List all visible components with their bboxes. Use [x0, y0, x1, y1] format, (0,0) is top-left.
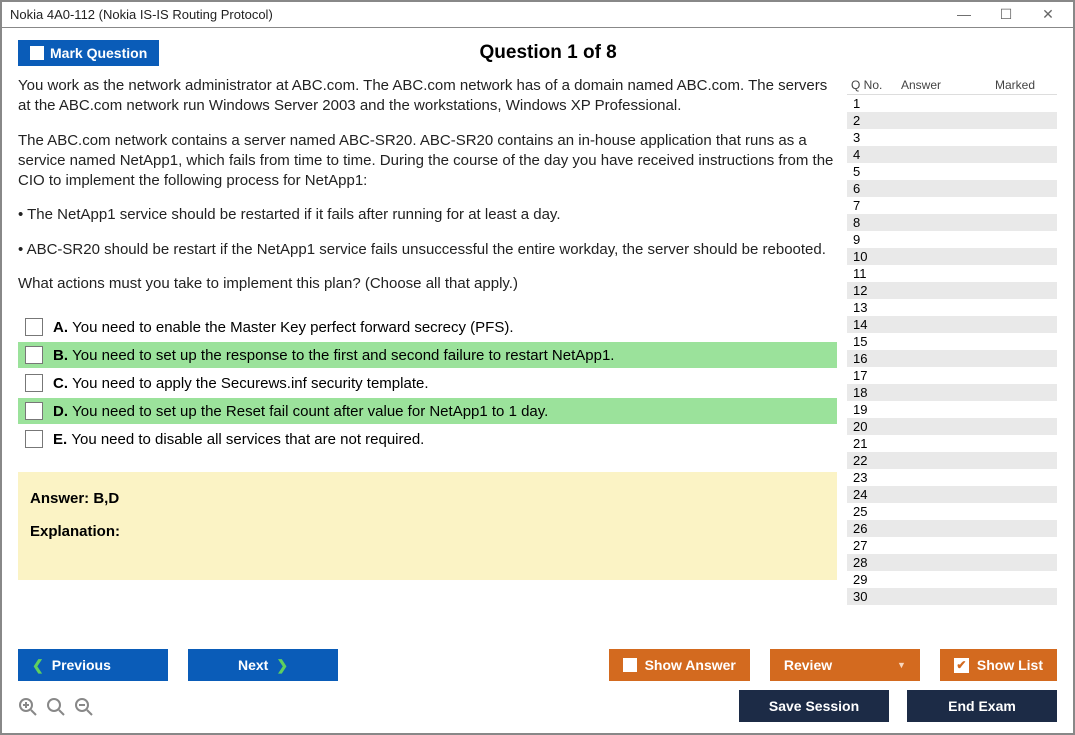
chevron-left-icon: ❮	[32, 657, 44, 674]
show-answer-label: Show Answer	[645, 657, 736, 673]
question-bullet: • ABC-SR20 should be restart if the NetA…	[18, 240, 837, 260]
question-list-row[interactable]: 7	[847, 197, 1057, 214]
app-window: Nokia 4A0-112 (Nokia IS-IS Routing Proto…	[0, 0, 1075, 735]
option-label: B. You need to set up the response to th…	[53, 347, 614, 364]
window-title: Nokia 4A0-112 (Nokia IS-IS Routing Proto…	[10, 7, 955, 22]
question-list-row[interactable]: 17	[847, 367, 1057, 384]
question-list-row[interactable]: 27	[847, 537, 1057, 554]
zoom-controls	[18, 697, 94, 723]
next-label: Next	[238, 657, 268, 673]
question-bullet: • The NetApp1 service should be restarte…	[18, 205, 837, 225]
review-label: Review	[784, 657, 832, 673]
show-list-button[interactable]: ✔ Show List	[940, 649, 1057, 681]
checkbox-checked-icon: ✔	[954, 658, 969, 673]
col-header-marked: Marked	[971, 78, 1053, 92]
option-row[interactable]: E. You need to disable all services that…	[18, 426, 837, 452]
next-button[interactable]: Next ❯	[188, 649, 338, 681]
previous-button[interactable]: ❮ Previous	[18, 649, 168, 681]
end-exam-label: End Exam	[948, 698, 1016, 714]
answer-panel: Answer: B,D Explanation:	[18, 472, 837, 580]
window-controls: — ☐ ✕	[955, 6, 1065, 23]
question-list-row[interactable]: 19	[847, 401, 1057, 418]
question-list-row[interactable]: 5	[847, 163, 1057, 180]
options-list: A. You need to enable the Master Key per…	[18, 314, 837, 454]
question-para: The ABC.com network contains a server na…	[18, 131, 837, 192]
question-list[interactable]: 1234567891011121314151617181920212223242…	[847, 94, 1057, 635]
option-label: E. You need to disable all services that…	[53, 431, 424, 448]
end-exam-button[interactable]: End Exam	[907, 690, 1057, 722]
option-row[interactable]: D. You need to set up the Reset fail cou…	[18, 398, 837, 424]
save-session-button[interactable]: Save Session	[739, 690, 889, 722]
option-label: A. You need to enable the Master Key per…	[53, 319, 514, 336]
checkbox-icon[interactable]	[25, 346, 43, 364]
question-list-row[interactable]: 21	[847, 435, 1057, 452]
checkbox-icon[interactable]	[25, 402, 43, 420]
question-para: You work as the network administrator at…	[18, 76, 837, 117]
question-list-row[interactable]: 6	[847, 180, 1057, 197]
question-list-row[interactable]: 9	[847, 231, 1057, 248]
question-list-row[interactable]: 14	[847, 316, 1057, 333]
question-list-row[interactable]: 2	[847, 112, 1057, 129]
question-list-row[interactable]: 22	[847, 452, 1057, 469]
title-bar: Nokia 4A0-112 (Nokia IS-IS Routing Proto…	[2, 2, 1073, 28]
save-session-label: Save Session	[769, 698, 859, 714]
option-row[interactable]: B. You need to set up the response to th…	[18, 342, 837, 368]
question-list-row[interactable]: 24	[847, 486, 1057, 503]
answer-text: Answer: B,D	[30, 490, 825, 507]
chevron-down-icon: ▼	[897, 660, 906, 670]
maximize-icon[interactable]: ☐	[997, 6, 1015, 23]
explanation-label: Explanation:	[30, 523, 825, 540]
question-list-row[interactable]: 20	[847, 418, 1057, 435]
checkbox-icon[interactable]	[25, 374, 43, 392]
question-list-row[interactable]: 29	[847, 571, 1057, 588]
option-label: D. You need to set up the Reset fail cou…	[53, 403, 548, 420]
close-icon[interactable]: ✕	[1039, 6, 1057, 23]
zoom-in-icon[interactable]	[18, 697, 38, 723]
minimize-icon[interactable]: —	[955, 6, 973, 23]
question-list-row[interactable]: 23	[847, 469, 1057, 486]
option-row[interactable]: C. You need to apply the Securews.inf se…	[18, 370, 837, 396]
checkbox-icon[interactable]	[25, 430, 43, 448]
question-list-row[interactable]: 1	[847, 95, 1057, 112]
question-list-row[interactable]: 18	[847, 384, 1057, 401]
option-label: C. You need to apply the Securews.inf se…	[53, 375, 429, 392]
question-list-row[interactable]: 12	[847, 282, 1057, 299]
question-list-row[interactable]: 15	[847, 333, 1057, 350]
question-column: You work as the network administrator at…	[18, 76, 837, 635]
show-list-label: Show List	[977, 657, 1043, 673]
question-prompt: What actions must you take to implement …	[18, 274, 837, 294]
zoom-out-icon[interactable]	[74, 697, 94, 723]
question-list-panel: Q No. Answer Marked 12345678910111213141…	[847, 76, 1057, 635]
col-header-qno: Q No.	[851, 78, 901, 92]
content-area: Mark Question Question 1 of 8 You work a…	[2, 28, 1073, 733]
question-list-row[interactable]: 10	[847, 248, 1057, 265]
question-list-row[interactable]: 3	[847, 129, 1057, 146]
question-list-row[interactable]: 13	[847, 299, 1057, 316]
question-list-row[interactable]: 30	[847, 588, 1057, 605]
bottom-toolbar: ❮ Previous Next ❯ Show Answer Review ▼ ✔…	[18, 649, 1057, 681]
question-list-row[interactable]: 8	[847, 214, 1057, 231]
previous-label: Previous	[52, 657, 111, 673]
checkbox-icon	[623, 658, 637, 672]
show-answer-button[interactable]: Show Answer	[609, 649, 750, 681]
col-header-answer: Answer	[901, 78, 971, 92]
question-list-row[interactable]: 4	[847, 146, 1057, 163]
option-row[interactable]: A. You need to enable the Master Key per…	[18, 314, 837, 340]
question-list-row[interactable]: 28	[847, 554, 1057, 571]
review-dropdown[interactable]: Review ▼	[770, 649, 920, 681]
question-list-header: Q No. Answer Marked	[847, 76, 1057, 94]
question-list-row[interactable]: 26	[847, 520, 1057, 537]
question-body: You work as the network administrator at…	[18, 76, 837, 308]
main-columns: You work as the network administrator at…	[18, 76, 1057, 635]
question-list-row[interactable]: 25	[847, 503, 1057, 520]
question-list-row[interactable]: 11	[847, 265, 1057, 282]
checkbox-icon[interactable]	[25, 318, 43, 336]
zoom-reset-icon[interactable]	[46, 697, 66, 723]
question-heading: Question 1 of 8	[39, 42, 1057, 64]
question-list-row[interactable]: 16	[847, 350, 1057, 367]
session-controls: Save Session End Exam	[739, 690, 1057, 722]
chevron-right-icon: ❯	[276, 657, 288, 674]
header-row: Mark Question Question 1 of 8	[18, 40, 1057, 66]
